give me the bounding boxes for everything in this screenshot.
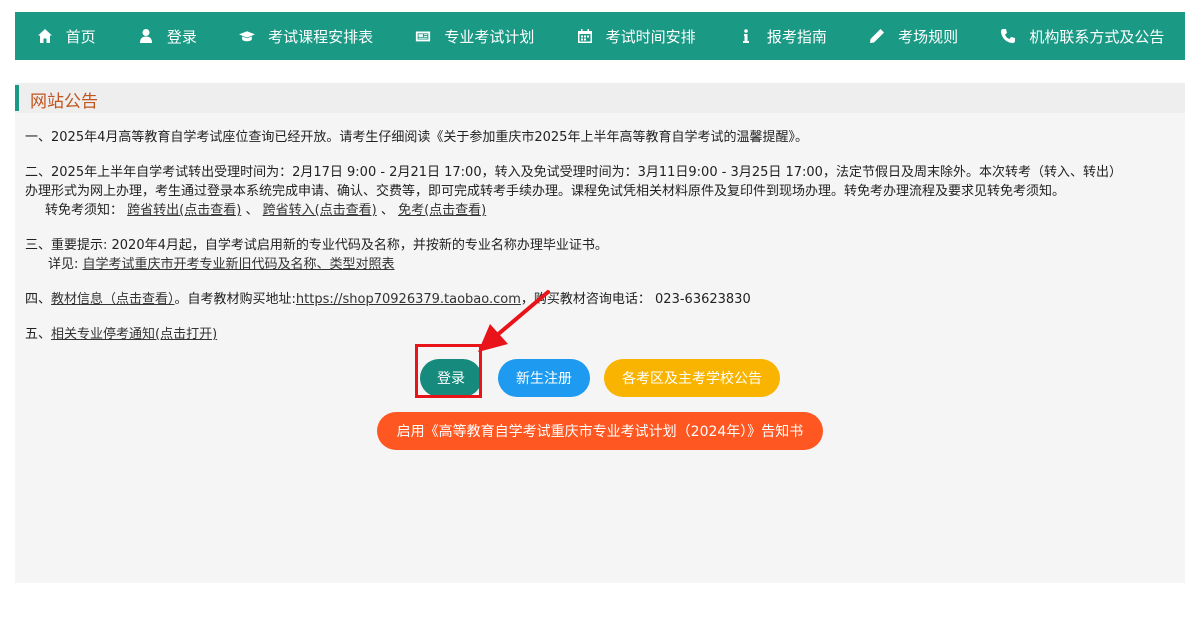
notice-1: 一、2025年4月高等教育自学考试座位查询已经开放。请考生仔细阅读《关于参加重庆… <box>25 128 1175 147</box>
nav-item-label: 首页 <box>65 27 96 46</box>
login-button[interactable]: 登录 <box>420 359 482 397</box>
nav-item-label: 机构联系方式及公告 <box>1029 27 1165 46</box>
nav-item-exam-plan[interactable]: 专业考试计划 <box>414 26 534 47</box>
link-taobao-shop[interactable]: https://shop70926379.taobao.com <box>296 292 521 307</box>
exam-plan-notice-button[interactable]: 启用《高等教育自学考试重庆市专业考试计划（2024年）》告知书 <box>377 412 823 450</box>
notice-2-line-3: 转免考须知： 跨省转出(点击查看) 、 跨省转入(点击查看) 、 免考(点击查看… <box>25 201 1175 220</box>
notice-5: 五、相关专业停考通知(点击打开) <box>25 325 1175 344</box>
notice-4-suffix: ，购买教材咨询电话： 023-63623830 <box>520 292 751 307</box>
notice-5-prefix: 五、 <box>25 327 52 342</box>
notice-4-prefix: 四、 <box>25 292 52 307</box>
notice-3-line-2: 详见: 自学考试重庆市开考专业新旧代码及名称、类型对照表 <box>25 255 1175 274</box>
calendar-icon <box>576 27 594 45</box>
user-icon <box>137 27 155 45</box>
nav-item-guide[interactable]: 报考指南 <box>737 26 827 47</box>
panel-header: 网站公告 <box>15 83 1185 113</box>
nav-item-course-schedule[interactable]: 考试课程安排表 <box>238 26 373 47</box>
home-icon <box>36 27 54 45</box>
nav-item-home[interactable]: 首页 <box>36 26 96 47</box>
notice-2-prefix: 转免考须知： <box>45 203 124 218</box>
nav-item-label: 登录 <box>166 27 197 46</box>
notice-2-line-1: 二、2025年上半年自学考试转出受理时间为：2月17日 9:00 - 2月21日… <box>25 165 1122 180</box>
link-exemption[interactable]: 免考(点击查看) <box>398 203 486 218</box>
phone-icon <box>999 27 1017 45</box>
link-textbook-info[interactable]: 教材信息（点击查看） <box>51 292 175 307</box>
link-transfer-in[interactable]: 跨省转入(点击查看) <box>263 203 377 218</box>
notice-3-prefix: 详见: <box>48 257 83 272</box>
title-accent-bar <box>15 85 19 111</box>
nav-item-label: 报考指南 <box>766 27 827 46</box>
link-suspension-notice[interactable]: 相关专业停考通知(点击打开) <box>51 327 217 342</box>
separator: 、 <box>380 203 394 218</box>
link-major-code-table[interactable]: 自学考试重庆市开考专业新旧代码及名称、类型对照表 <box>83 257 395 272</box>
register-button[interactable]: 新生注册 <box>498 359 590 397</box>
notice-3: 三、重要提示: 2020年4月起，自学考试启用新的专业代码及名称，并按新的专业名… <box>25 236 1175 274</box>
pencil-icon <box>868 27 886 45</box>
nav-item-label: 考试时间安排 <box>605 27 696 46</box>
exam-area-notice-button[interactable]: 各考区及主考学校公告 <box>604 359 780 397</box>
notice-3-line-1: 三、重要提示: 2020年4月起，自学考试启用新的专业代码及名称，并按新的专业名… <box>25 238 608 253</box>
panel-title: 网站公告 <box>30 92 98 112</box>
nav-item-login[interactable]: 登录 <box>137 26 197 47</box>
nav-item-rules[interactable]: 考场规则 <box>868 26 958 47</box>
link-transfer-out[interactable]: 跨省转出(点击查看) <box>127 203 241 218</box>
nav-item-label: 考场规则 <box>898 27 959 46</box>
notice-4: 四、教材信息（点击查看）。自考教材购买地址:https://shop709263… <box>25 290 1175 309</box>
newspaper-icon <box>414 27 432 45</box>
nav-item-label: 专业考试计划 <box>444 27 535 46</box>
separator: 、 <box>245 203 259 218</box>
notice-1-text: 一、2025年4月高等教育自学考试座位查询已经开放。请考生仔细阅读《关于参加重庆… <box>25 130 808 145</box>
graduation-cap-icon <box>238 27 256 45</box>
info-icon <box>737 27 755 45</box>
nav-item-contact[interactable]: 机构联系方式及公告 <box>999 26 1164 47</box>
notice-2: 二、2025年上半年自学考试转出受理时间为：2月17日 9:00 - 2月21日… <box>25 163 1175 220</box>
notice-2-line-2: 办理形式为网上办理，考生通过登录本系统完成申请、确认、交费等，即可完成转考手续办… <box>25 184 1066 199</box>
notice-4-mid: 。自考教材购买地址: <box>174 292 296 307</box>
top-navbar: 首页 登录 考试课程安排表 专业考试计划 考试时间安排 报考指南 考场规则 机构… <box>15 12 1185 60</box>
announcement-panel: 网站公告 一、2025年4月高等教育自学考试座位查询已经开放。请考生仔细阅读《关… <box>15 83 1185 583</box>
nav-item-exam-time[interactable]: 考试时间安排 <box>576 26 696 47</box>
nav-item-label: 考试课程安排表 <box>268 27 374 46</box>
